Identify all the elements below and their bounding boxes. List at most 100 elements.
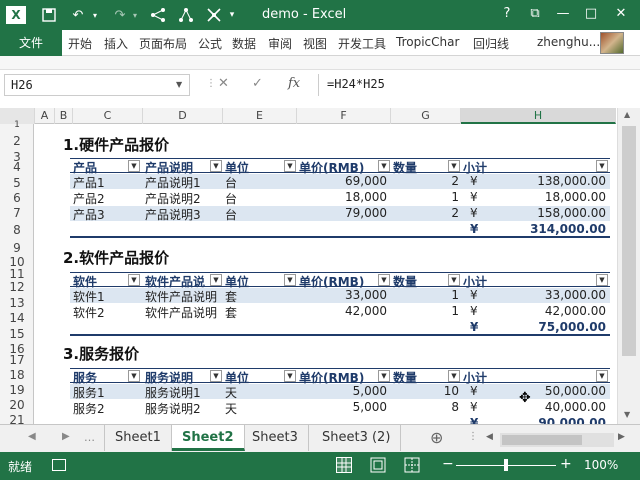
hscroll-thumb[interactable] xyxy=(502,435,582,445)
filter-dropdown-icon[interactable]: ▼ xyxy=(596,370,608,382)
worksheet-grid[interactable]: 1.硬件产品报价 产品 ▼ 产品说明 ▼ 单位 ▼ 单价(RMB) ▼ 数量 ▼ 小计 ▼ … xyxy=(35,124,616,424)
row-header[interactable]: 2 xyxy=(0,134,34,148)
total-row[interactable]: ¥ 75,000.00 xyxy=(70,320,610,336)
tab-insert[interactable]: 插入 xyxy=(104,35,128,52)
tab-file[interactable]: 文件 xyxy=(0,30,62,56)
undo-dropdown-icon[interactable]: ▾ xyxy=(90,5,100,25)
row-header[interactable]: 11 xyxy=(0,267,34,281)
close-icon[interactable]: ✕ xyxy=(610,4,632,24)
row-header[interactable]: 8 xyxy=(0,223,34,237)
normal-view-icon[interactable] xyxy=(336,457,352,473)
scroll-up-icon[interactable]: ▲ xyxy=(624,110,630,119)
horizontal-scrollbar[interactable] xyxy=(500,433,614,447)
filter-dropdown-icon[interactable]: ▼ xyxy=(128,370,140,382)
row-header[interactable]: 17 xyxy=(0,353,34,367)
sheet-tab-sheet3-2[interactable]: Sheet3 (2) xyxy=(312,425,402,451)
user-name[interactable]: zhenghu... xyxy=(537,35,600,49)
zoom-out-button[interactable]: − xyxy=(442,456,454,472)
filter-dropdown-icon[interactable]: ▼ xyxy=(596,160,608,172)
column-header-e[interactable]: E xyxy=(223,108,297,124)
formula-input[interactable]: =H24*H25 xyxy=(318,74,618,96)
row-header[interactable]: 20 xyxy=(0,398,34,412)
filter-dropdown-icon[interactable]: ▼ xyxy=(210,370,222,382)
column-header-a[interactable]: A xyxy=(35,108,55,124)
filter-dropdown-icon[interactable]: ▼ xyxy=(448,274,460,286)
tab-review[interactable]: 审阅 xyxy=(268,35,292,52)
redo-icon[interactable]: ↷ xyxy=(110,5,130,25)
tab-formulas[interactable]: 公式 xyxy=(198,35,222,52)
filter-dropdown-icon[interactable]: ▼ xyxy=(448,370,460,382)
scroll-down-icon[interactable]: ▼ xyxy=(624,410,630,419)
hscroll-left-icon[interactable]: ◀ xyxy=(486,432,493,442)
tab-regression[interactable]: 回归线 xyxy=(473,35,509,52)
avatar[interactable] xyxy=(600,32,624,54)
tab-more-icon[interactable]: … xyxy=(84,431,95,444)
column-header-d[interactable]: D xyxy=(143,108,223,124)
column-header-b[interactable]: B xyxy=(55,108,73,124)
filter-dropdown-icon[interactable]: ▼ xyxy=(378,274,390,286)
column-header-g[interactable]: G xyxy=(391,108,461,124)
redo-dropdown-icon[interactable]: ▾ xyxy=(130,5,140,25)
column-header-h[interactable]: H xyxy=(461,108,616,124)
column-header-c[interactable]: C xyxy=(73,108,143,124)
row-header[interactable]: 14 xyxy=(0,311,34,325)
sheet-tab-sheet3[interactable]: Sheet3 xyxy=(242,425,309,451)
tab-page-layout[interactable]: 页面布局 xyxy=(139,35,187,52)
insert-function-icon[interactable]: fx xyxy=(288,76,300,91)
filter-dropdown-icon[interactable]: ▼ xyxy=(210,160,222,172)
row-header[interactable]: 6 xyxy=(0,191,34,205)
filter-dropdown-icon[interactable]: ▼ xyxy=(284,160,296,172)
table-row[interactable]: 软件2 软件产品说明 套 42,000 1 ¥ 42,000.00 xyxy=(70,304,610,320)
minimize-icon[interactable]: — xyxy=(552,4,574,24)
row-header[interactable]: 5 xyxy=(0,176,34,190)
row-header[interactable]: 12 xyxy=(0,280,34,294)
filter-dropdown-icon[interactable]: ▼ xyxy=(128,274,140,286)
network-icon[interactable] xyxy=(148,5,168,25)
cancel-icon[interactable]: ✕ xyxy=(218,76,229,91)
scroll-thumb[interactable] xyxy=(622,126,636,356)
row-header[interactable]: 4 xyxy=(0,160,34,174)
zoom-slider-thumb[interactable] xyxy=(504,459,508,471)
restore-ribbon-icon[interactable]: ⧉ xyxy=(524,4,546,24)
filter-dropdown-icon[interactable]: ▼ xyxy=(378,160,390,172)
row-header[interactable]: 18 xyxy=(0,368,34,382)
filter-dropdown-icon[interactable]: ▼ xyxy=(448,160,460,172)
filter-dropdown-icon[interactable]: ▼ xyxy=(596,274,608,286)
save-icon[interactable] xyxy=(40,5,58,25)
row-header[interactable]: 9 xyxy=(0,241,34,255)
tab-more-icon[interactable]: ⋮ xyxy=(468,431,478,442)
enter-icon[interactable]: ✓ xyxy=(252,76,263,91)
zoom-level[interactable]: 100% xyxy=(584,458,618,472)
macro-record-icon[interactable] xyxy=(52,459,66,471)
network2-icon[interactable] xyxy=(176,5,196,25)
table-row[interactable]: 产品3 产品说明3 台 79,000 2 ¥ 158,000.00 xyxy=(70,206,610,222)
undo-icon[interactable]: ↶ xyxy=(68,5,88,25)
tab-scroll-left-icon[interactable]: ◀ xyxy=(28,431,36,442)
tab-view[interactable]: 视图 xyxy=(303,35,327,52)
tab-data[interactable]: 数据 xyxy=(232,35,256,52)
sheet-tab-sheet1[interactable]: Sheet1 xyxy=(104,425,172,451)
table-row[interactable]: 软件1 软件产品说明 套 33,000 1 ¥ 33,000.00 xyxy=(70,288,610,304)
filter-dropdown-icon[interactable]: ▼ xyxy=(378,370,390,382)
vertical-scrollbar[interactable]: ▲ ▼ xyxy=(617,108,640,424)
row-header[interactable]: 7 xyxy=(0,206,34,220)
add-sheet-icon[interactable]: ⊕ xyxy=(430,428,443,447)
help-icon[interactable]: ? xyxy=(496,4,518,24)
filter-icon[interactable] xyxy=(204,5,224,25)
total-row[interactable]: ¥ 90,000.00 xyxy=(70,416,610,424)
sheet-tab-sheet2[interactable]: Sheet2 xyxy=(172,425,245,451)
name-box[interactable]: H26 xyxy=(4,74,190,96)
tab-scroll-right-icon[interactable]: ▶ xyxy=(62,431,70,442)
tab-home[interactable]: 开始 xyxy=(68,35,92,52)
zoom-in-button[interactable]: + xyxy=(560,456,572,472)
maximize-icon[interactable]: □ xyxy=(580,4,602,24)
hscroll-right-icon[interactable]: ▶ xyxy=(618,432,625,442)
row-header[interactable]: 19 xyxy=(0,383,34,397)
row-header[interactable]: 15 xyxy=(0,327,34,341)
filter-dropdown-icon[interactable]: ▼ xyxy=(128,160,140,172)
page-break-view-icon[interactable] xyxy=(404,457,420,473)
filter-dropdown-icon[interactable]: ▼ xyxy=(284,274,296,286)
filter-dropdown-icon[interactable]: ▼ xyxy=(284,370,296,382)
total-row[interactable]: ¥ 314,000.00 xyxy=(70,222,610,238)
zoom-slider[interactable] xyxy=(456,459,556,471)
